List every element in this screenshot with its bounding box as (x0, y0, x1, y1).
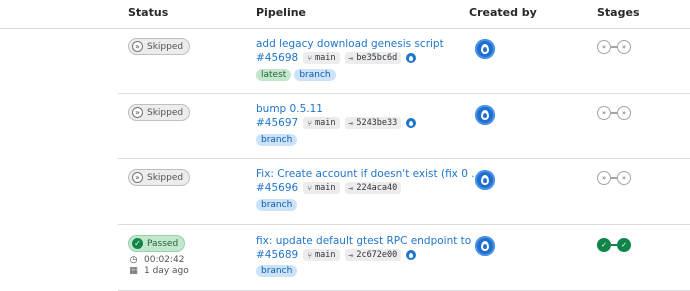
pipeline-title-link[interactable]: bump 0.5.11 (256, 103, 323, 115)
branch-tag: branch (294, 69, 336, 81)
pipeline-row: ✓ Passed ◷ 00:02:42 ▦ 1 day ago fix: upd… (118, 225, 690, 291)
branch-ref[interactable]: ⑂ main (303, 52, 340, 64)
stage-skipped-icon[interactable]: » (597, 40, 611, 54)
branch-ref[interactable]: ⑂ main (303, 182, 340, 194)
commit-ref[interactable]: ⊸ 5243be33 (344, 117, 402, 129)
pipeline-title-link[interactable]: add legacy download genesis script (256, 38, 444, 50)
stage-skipped-icon[interactable]: » (597, 106, 611, 120)
commit-icon: ⊸ (348, 53, 354, 63)
committer-avatar[interactable] (406, 118, 417, 128)
branch-icon: ⑂ (307, 118, 313, 128)
branch-icon: ⑂ (307, 250, 313, 260)
stage-skipped-icon[interactable]: » (617, 106, 631, 120)
pipeline-id-link[interactable]: #45696 (256, 182, 298, 194)
commit-icon: ⊸ (348, 250, 354, 260)
skipped-icon: » (132, 41, 143, 52)
branch-tag: branch (256, 265, 298, 277)
user-avatar[interactable] (475, 170, 495, 190)
skipped-icon: » (132, 172, 143, 183)
user-avatar[interactable] (475, 105, 495, 125)
stages-graph: » » (597, 40, 631, 54)
commit-icon: ⊸ (348, 183, 354, 193)
stage-skipped-icon[interactable]: » (617, 171, 631, 185)
check-circle-icon: ✓ (132, 238, 143, 249)
user-avatar[interactable] (475, 236, 495, 256)
branch-icon: ⑂ (307, 183, 313, 193)
pipeline-finished-time: ▦ 1 day ago (129, 266, 189, 276)
status-badge[interactable]: » Skipped (128, 169, 191, 186)
branch-tag: branch (256, 134, 298, 146)
stage-skipped-icon[interactable]: » (617, 40, 631, 54)
pipeline-row: » Skipped add legacy download genesis sc… (118, 29, 690, 94)
stage-passed-icon[interactable]: ✓ (617, 238, 631, 252)
branch-ref[interactable]: ⑂ main (303, 117, 340, 129)
committer-avatar[interactable] (406, 53, 417, 63)
commit-ref[interactable]: ⊸ be35bc6d (344, 52, 402, 64)
commit-ref[interactable]: ⊸ 224aca40 (344, 182, 402, 194)
branch-tag: branch (256, 199, 298, 211)
status-badge[interactable]: ✓ Passed (128, 235, 186, 252)
branch-ref[interactable]: ⑂ main (303, 249, 340, 261)
calendar-icon: ▦ (129, 266, 138, 276)
stages-graph: ✓ ✓ (597, 238, 631, 252)
stages-graph: » » (597, 171, 631, 185)
stages-column-header: Stages (597, 6, 640, 19)
table-header: Status Pipeline Created by Stages (0, 0, 690, 29)
pipeline-title-link[interactable]: Fix: Create account if doesn't exist (fi… (256, 168, 481, 180)
pipeline-row: » Skipped Fix: Create account if doesn't… (118, 159, 690, 225)
stage-passed-icon[interactable]: ✓ (597, 238, 611, 252)
timer-icon: ◷ (129, 255, 138, 265)
stages-graph: » » (597, 106, 631, 120)
committer-avatar[interactable] (406, 250, 417, 260)
pipeline-row: » Skipped bump 0.5.11 #45697 ⑂ main ⊸ 5243… (118, 94, 690, 159)
commit-icon: ⊸ (348, 118, 354, 128)
skipped-icon: » (132, 107, 143, 118)
status-column-header: Status (128, 6, 169, 19)
pipeline-id-link[interactable]: #45689 (256, 249, 298, 261)
created-by-column-header: Created by (469, 6, 537, 19)
pipeline-duration: ◷ 00:02:42 (129, 255, 185, 265)
commit-ref[interactable]: ⊸ 2c672e00 (344, 249, 402, 261)
user-avatar[interactable] (475, 39, 495, 59)
pipeline-title-link[interactable]: fix: update default gtest RPC endpoint t… (256, 235, 485, 247)
branch-icon: ⑂ (307, 53, 313, 63)
pipeline-id-link[interactable]: #45697 (256, 117, 298, 129)
stage-skipped-icon[interactable]: » (597, 171, 611, 185)
latest-tag: latest (256, 69, 292, 81)
status-badge[interactable]: » Skipped (128, 38, 191, 55)
status-badge[interactable]: » Skipped (128, 104, 191, 121)
pipeline-column-header: Pipeline (256, 6, 306, 19)
pipeline-id-link[interactable]: #45698 (256, 52, 298, 64)
